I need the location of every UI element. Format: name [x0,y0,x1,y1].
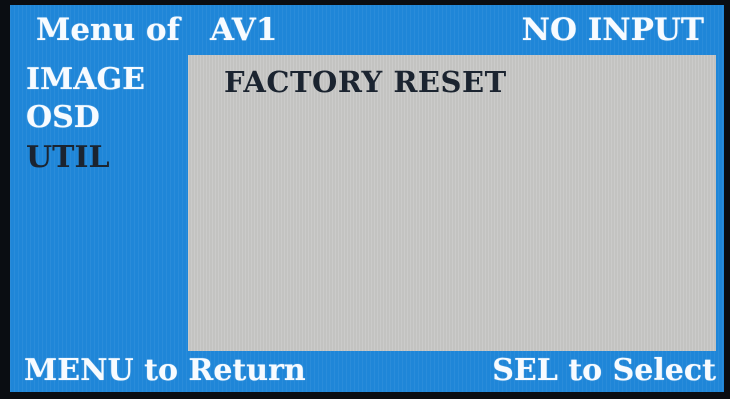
menu-return-hint: MENU to Return [24,353,306,388]
settings-panel: FACTORY RESET [188,55,716,351]
input-source-label: AV1 [210,12,278,48]
signal-status: NO INPUT [521,12,704,48]
menu-item-util[interactable]: UTIL [26,143,110,173]
osd-menu: Menu of AV1 NO INPUT IMAGE OSD UTIL FACT… [10,5,724,392]
menu-title: Menu of [36,12,180,48]
monitor-screen: Menu of AV1 NO INPUT IMAGE OSD UTIL FACT… [0,0,730,399]
menu-item-image[interactable]: IMAGE [26,65,145,95]
menu-item-osd[interactable]: OSD [26,103,100,133]
factory-reset-option[interactable]: FACTORY RESET [224,68,507,97]
select-hint: SEL to Select [492,353,716,388]
